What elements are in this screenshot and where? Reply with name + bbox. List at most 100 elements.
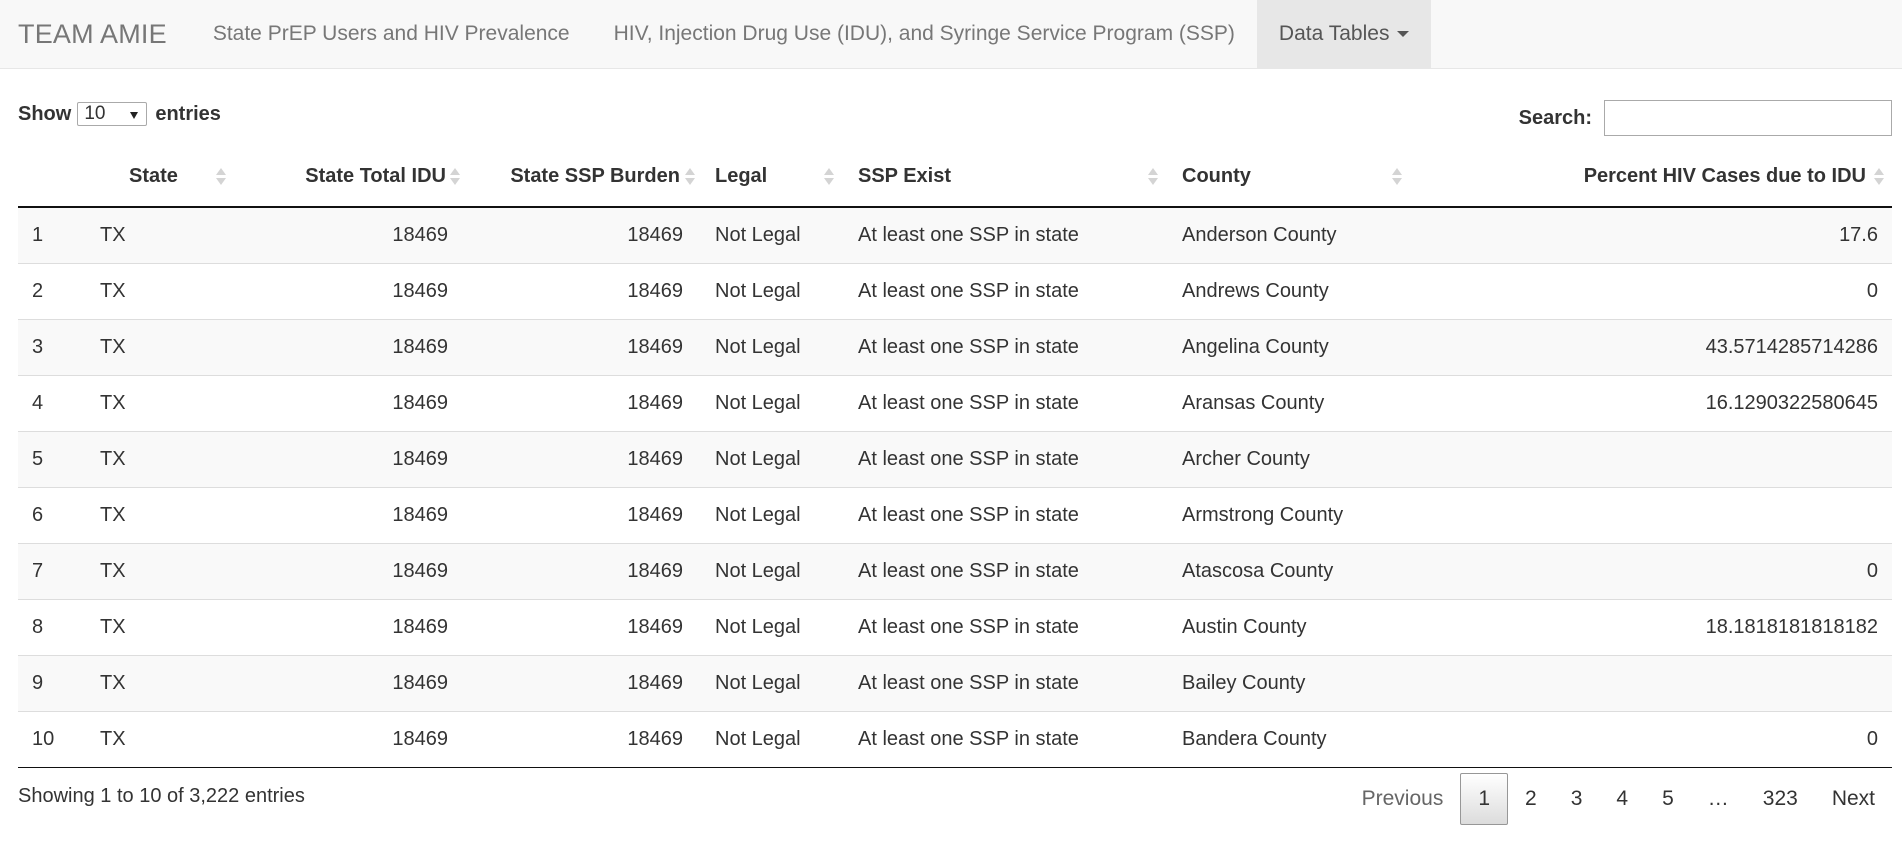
cell-legal: Not Legal [703, 599, 846, 656]
cell-legal: Not Legal [703, 207, 846, 264]
column-header-label: State SSP Burden [510, 165, 680, 187]
table-row: 4 TX 18469 18469 Not Legal At least one … [18, 375, 1892, 432]
select-arrow-icon [130, 112, 139, 119]
column-header-state[interactable]: State [100, 150, 238, 208]
cell-state-ssp-burden: 18469 [468, 487, 703, 544]
cell-state-ssp-burden: 18469 [468, 207, 703, 264]
cell-percent-hiv-idu [1414, 487, 1892, 544]
page-length-control: Show 10 entries [18, 102, 221, 126]
sort-icon [1874, 166, 1884, 188]
table-row: 5 TX 18469 18469 Not Legal At least one … [18, 431, 1892, 488]
page-button-3[interactable]: 3 [1554, 773, 1600, 825]
cell-ssp-exist: At least one SSP in state [846, 319, 1170, 376]
cell-percent-hiv-idu: 18.1818181818182 [1414, 599, 1892, 656]
previous-button[interactable]: Previous [1345, 773, 1461, 825]
cell-percent-hiv-idu: 17.6 [1414, 207, 1892, 264]
table-row: 9 TX 18469 18469 Not Legal At least one … [18, 655, 1892, 712]
cell-state: TX [100, 375, 238, 432]
cell-state-total-idu: 18469 [238, 487, 468, 544]
table-row: 10 TX 18469 18469 Not Legal At least one… [18, 711, 1892, 768]
cell-percent-hiv-idu: 16.1290322580645 [1414, 375, 1892, 432]
table-row: 1 TX 18469 18469 Not Legal At least one … [18, 207, 1892, 264]
table-row: 7 TX 18469 18469 Not Legal At least one … [18, 543, 1892, 600]
cell-ssp-exist: At least one SSP in state [846, 599, 1170, 656]
page-button-4[interactable]: 4 [1599, 773, 1645, 825]
cell-ssp-exist: At least one SSP in state [846, 487, 1170, 544]
cell-state: TX [100, 711, 238, 768]
brand-title[interactable]: TEAM AMIE [0, 0, 191, 68]
cell-legal: Not Legal [703, 711, 846, 768]
column-header-label: Legal [715, 165, 768, 187]
entries-select[interactable]: 10 [77, 102, 148, 126]
cell-state-ssp-burden: 18469 [468, 431, 703, 488]
column-header-legal[interactable]: Legal [703, 150, 846, 208]
table-row: 6 TX 18469 18469 Not Legal At least one … [18, 487, 1892, 544]
column-header-percent-hiv-idu[interactable]: Percent HIV Cases due to IDU [1414, 150, 1892, 208]
sort-icon [1392, 166, 1402, 188]
cell-index: 5 [18, 431, 100, 488]
cell-index: 10 [18, 711, 100, 768]
page-button-2[interactable]: 2 [1508, 773, 1554, 825]
sort-icon [685, 166, 695, 188]
cell-index: 2 [18, 263, 100, 320]
cell-state: TX [100, 543, 238, 600]
pagination: Previous 1 2 3 4 5 … 323 Next [1345, 772, 1892, 826]
cell-ssp-exist: At least one SSP in state [846, 655, 1170, 712]
search-input[interactable] [1604, 100, 1892, 136]
cell-county: Anderson County [1170, 207, 1414, 264]
column-header-ssp-exist[interactable]: SSP Exist [846, 150, 1170, 208]
data-table: State State Total IDU State SSP Burden L… [18, 150, 1892, 768]
cell-state: TX [100, 207, 238, 264]
cell-legal: Not Legal [703, 319, 846, 376]
caret-down-icon [1397, 31, 1410, 37]
cell-ssp-exist: At least one SSP in state [846, 207, 1170, 264]
show-label: Show [18, 102, 72, 125]
cell-ssp-exist: At least one SSP in state [846, 711, 1170, 768]
cell-legal: Not Legal [703, 431, 846, 488]
cell-state-total-idu: 18469 [238, 711, 468, 768]
cell-county: Atascosa County [1170, 543, 1414, 600]
nav-dropdown-data-tables[interactable]: Data Tables [1256, 0, 1432, 68]
cell-percent-hiv-idu: 0 [1414, 711, 1892, 768]
cell-state-total-idu: 18469 [238, 599, 468, 656]
column-header-label: County [1182, 165, 1251, 187]
cell-legal: Not Legal [703, 263, 846, 320]
cell-index: 4 [18, 375, 100, 432]
cell-county: Andrews County [1170, 263, 1414, 320]
cell-ssp-exist: At least one SSP in state [846, 543, 1170, 600]
table-row: 2 TX 18469 18469 Not Legal At least one … [18, 263, 1892, 320]
cell-state-ssp-burden: 18469 [468, 319, 703, 376]
cell-county: Angelina County [1170, 319, 1414, 376]
cell-state: TX [100, 319, 238, 376]
cell-legal: Not Legal [703, 487, 846, 544]
cell-state: TX [100, 487, 238, 544]
sort-icon [216, 166, 226, 188]
cell-state-ssp-burden: 18469 [468, 599, 703, 656]
cell-county: Austin County [1170, 599, 1414, 656]
sort-icon [824, 166, 834, 188]
cell-index: 7 [18, 543, 100, 600]
cell-state-ssp-burden: 18469 [468, 375, 703, 432]
cell-index: 1 [18, 207, 100, 264]
data-tables-label: Data Tables [1278, 22, 1390, 45]
search-label: Search: [1518, 106, 1592, 129]
page-button-last[interactable]: 323 [1746, 773, 1815, 825]
cell-state: TX [100, 599, 238, 656]
cell-ssp-exist: At least one SSP in state [846, 431, 1170, 488]
cell-state-total-idu: 18469 [238, 263, 468, 320]
page-button-5[interactable]: 5 [1645, 773, 1691, 825]
cell-county: Bandera County [1170, 711, 1414, 768]
cell-legal: Not Legal [703, 655, 846, 712]
column-header-state-ssp-burden[interactable]: State SSP Burden [468, 150, 703, 208]
column-header-state-total-idu[interactable]: State Total IDU [238, 150, 468, 208]
next-button[interactable]: Next [1815, 773, 1892, 825]
column-header-county[interactable]: County [1170, 150, 1414, 208]
cell-state-ssp-burden: 18469 [468, 543, 703, 600]
nav-tab-prep-users[interactable]: State PrEP Users and HIV Prevalence [191, 0, 592, 68]
page-button-1[interactable]: 1 [1460, 773, 1509, 825]
nav-tab-hiv-idu-ssp[interactable]: HIV, Injection Drug Use (IDU), and Syrin… [592, 0, 1257, 68]
cell-state-total-idu: 18469 [238, 319, 468, 376]
cell-index: 3 [18, 319, 100, 376]
cell-index: 6 [18, 487, 100, 544]
search-control: Search: [1519, 100, 1892, 136]
